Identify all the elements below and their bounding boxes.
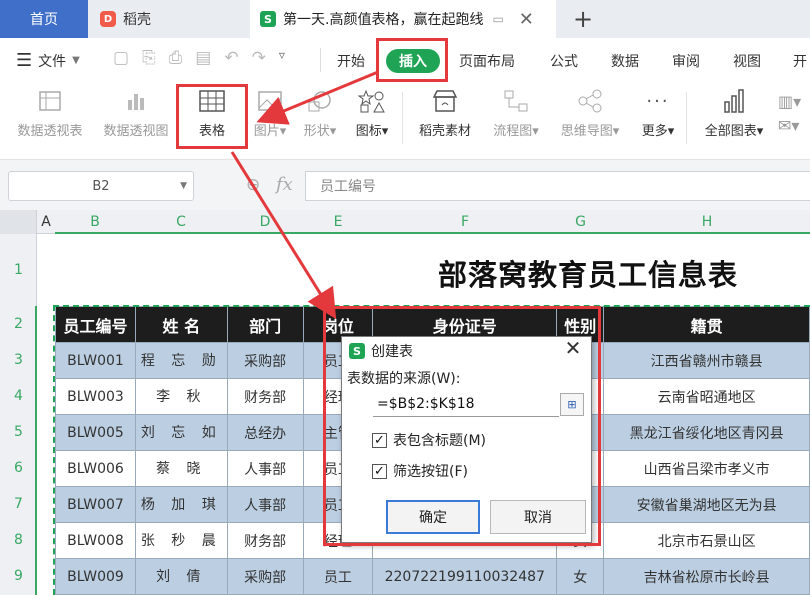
filter-button-checkbox[interactable]: ✓ 筛选按钮(F) (372, 461, 468, 481)
has-header-checkbox[interactable]: ✓ 表包含标题(M) (372, 430, 486, 450)
filter-button-label: 筛选按钮(F) (393, 464, 468, 480)
arrow-insert-to-table (256, 70, 379, 125)
checkmark-icon[interactable]: ✓ (372, 432, 387, 448)
dialog-title-bar: S 创建表 (349, 341, 413, 361)
close-icon[interactable]: ✕ (562, 337, 584, 359)
source-range-value: =$B$2:$K$18 (377, 396, 475, 412)
checkmark-icon[interactable]: ✓ (372, 463, 387, 479)
source-label: 表数据的来源(W): (347, 371, 461, 387)
range-select-icon[interactable]: ⊞ (560, 393, 584, 416)
dialog-title: 创建表 (371, 344, 413, 360)
cancel-button[interactable]: 取消 (490, 500, 586, 534)
has-header-label: 表包含标题(M) (393, 433, 487, 449)
ok-button[interactable]: 确定 (386, 500, 480, 534)
arrow-table-to-dialog (230, 151, 337, 320)
spreadsheet-icon: S (349, 343, 365, 359)
source-range-input[interactable]: =$B$2:$K$18 (373, 392, 559, 417)
